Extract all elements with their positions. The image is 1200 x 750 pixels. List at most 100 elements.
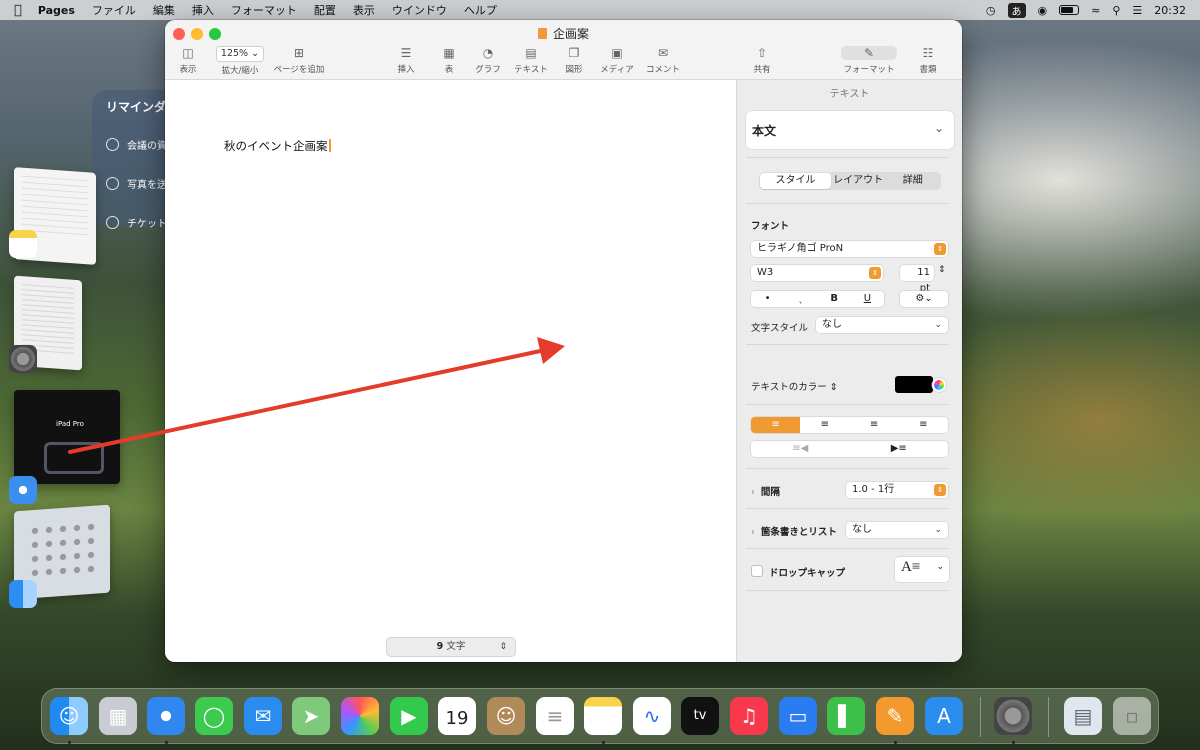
text-box-button[interactable]: ▤ テキスト	[512, 46, 550, 75]
maps-dock-icon[interactable]: ➤	[292, 697, 330, 735]
music-dock-icon[interactable]: ♫	[730, 697, 768, 735]
font-size-field[interactable]: 11 pt	[900, 265, 934, 294]
spacing-select[interactable]: 1.0 - 1行 ⇕	[846, 482, 948, 498]
mail-dock-icon[interactable]: ✉	[244, 697, 282, 735]
align-right-button[interactable]: ≡	[850, 417, 899, 433]
char-style-select[interactable]: なし ⌄	[816, 317, 948, 333]
indent-buttons: ≡◀ ▶≡	[751, 441, 948, 457]
menubar-clock[interactable]: 20:32	[1154, 4, 1186, 17]
apple-menu-icon[interactable]: 	[14, 3, 22, 18]
checkbox-circle-icon[interactable]	[106, 177, 119, 190]
insert-button[interactable]: ☰ 挿入	[394, 46, 418, 75]
apple-tv-dock-icon[interactable]: tv	[681, 697, 719, 735]
dropcap-style-select[interactable]: A≡ ⌄	[895, 557, 949, 582]
safari-app-icon[interactable]	[9, 476, 37, 504]
app-store-dock-icon[interactable]: A	[925, 697, 963, 735]
photos-dock-icon[interactable]	[341, 697, 379, 735]
checkbox-circle-icon[interactable]	[106, 216, 119, 229]
table-button[interactable]: ▦ 表	[438, 46, 460, 75]
comment-button[interactable]: ✉ コメント	[644, 46, 682, 75]
trash-dock-icon[interactable]: ▫	[1113, 697, 1151, 735]
menu-arrange[interactable]: 配置	[314, 2, 336, 18]
reminders-dock-icon[interactable]: ≡	[536, 697, 574, 735]
battery-icon[interactable]	[1059, 5, 1080, 15]
font-weight-select[interactable]: W3 ⇕	[751, 265, 883, 281]
user-icon[interactable]: ◉	[1038, 4, 1048, 17]
freeform-dock-icon[interactable]: ∿	[633, 697, 671, 735]
safari-dock-icon[interactable]	[147, 697, 185, 735]
font-family-select[interactable]: ヒラギノ角ゴ ProN ⇕	[751, 241, 948, 257]
tab-layout[interactable]: レイアウト	[831, 173, 886, 189]
downloads-stack-icon[interactable]: ▤	[1064, 697, 1102, 735]
menu-help[interactable]: ヘルプ	[464, 2, 497, 18]
messages-dock-icon[interactable]: ◯	[195, 697, 233, 735]
menu-window[interactable]: ウインドウ	[392, 2, 447, 18]
align-left-button[interactable]: ≡	[751, 417, 801, 433]
reminder-item[interactable]: 会議の資	[106, 125, 172, 164]
stage-safari-thumbnail[interactable]: iPad Pro	[14, 390, 120, 484]
paragraph-style-select[interactable]: 本文 ⌄	[746, 111, 954, 149]
decrease-indent-button[interactable]: ≡◀	[751, 441, 850, 457]
menu-view[interactable]: 表示	[353, 2, 375, 18]
checkbox-circle-icon[interactable]	[106, 138, 119, 151]
facetime-dock-icon[interactable]: ▶	[390, 697, 428, 735]
text-options-button[interactable]: ⚙⌄	[900, 291, 948, 307]
keynote-dock-icon[interactable]: ▭	[779, 697, 817, 735]
text-color-label[interactable]: テキストのカラー ⇕	[751, 379, 838, 393]
finder-dock-icon[interactable]: ☺	[50, 697, 88, 735]
dropcap-checkbox[interactable]	[751, 565, 763, 577]
time-machine-icon[interactable]: ◷	[986, 4, 996, 17]
launchpad-dock-icon[interactable]: ▦	[99, 697, 137, 735]
numbers-dock-icon[interactable]: ▌	[827, 697, 865, 735]
media-button[interactable]: ▣ メディア	[598, 46, 636, 75]
view-button[interactable]: ◫ 表示	[175, 46, 201, 75]
font-size-stepper[interactable]: ⇕	[938, 265, 946, 275]
finder-app-icon[interactable]	[9, 580, 37, 608]
share-button[interactable]: ⇧ 共有	[751, 46, 773, 75]
tab-style[interactable]: スタイル	[760, 173, 831, 189]
bold-dot-button[interactable]: •	[751, 291, 784, 307]
reminder-item[interactable]: 写真を送	[106, 164, 172, 203]
shape-button[interactable]: ❐ 図形	[562, 46, 586, 75]
reminders-widget[interactable]: リマインダー 会議の資 写真を送 チケット	[92, 90, 172, 230]
color-wheel-icon[interactable]	[932, 378, 946, 392]
input-mode-indicator[interactable]: あ	[1007, 2, 1026, 18]
menu-edit[interactable]: 編集	[153, 2, 175, 18]
align-justify-button[interactable]: ≡	[899, 417, 948, 433]
document-button[interactable]: ☷ 書類	[917, 46, 939, 75]
menu-insert[interactable]: 挿入	[192, 2, 214, 18]
control-center-icon[interactable]: ☰	[1132, 4, 1142, 17]
zoom-control[interactable]: 125% ⌄ 拡大/縮小	[213, 46, 267, 76]
tab-more[interactable]: 詳細	[885, 173, 940, 189]
text-color-swatch[interactable]	[895, 376, 933, 393]
calendar-dock-icon[interactable]: 19	[438, 697, 476, 735]
align-center-button[interactable]: ≡	[800, 417, 849, 433]
document-canvas[interactable]: 秋のイベント企画案 9 文字 ⇕	[165, 80, 736, 662]
pages-dock-icon[interactable]: ✎	[876, 697, 914, 735]
bullets-disclosure[interactable]: › 箇条書きとリスト	[751, 524, 837, 538]
bullets-select[interactable]: なし ⌄	[846, 522, 948, 538]
bold-button[interactable]: B	[818, 291, 851, 307]
font-section-label: フォント	[751, 221, 790, 232]
document-body-text[interactable]: 秋のイベント企画案	[224, 138, 331, 154]
underline-button[interactable]: U	[851, 291, 884, 307]
increase-indent-button[interactable]: ▶≡	[850, 441, 949, 457]
system-settings-icon[interactable]	[9, 345, 37, 373]
menu-format[interactable]: フォーマット	[231, 2, 297, 18]
add-page-button[interactable]: ⊞ ページを追加	[271, 46, 327, 75]
spacing-disclosure[interactable]: › 間隔	[751, 484, 780, 498]
app-menu[interactable]: Pages	[38, 4, 75, 17]
wifi-icon[interactable]: ≈	[1091, 4, 1100, 17]
word-count-button[interactable]: 9 文字 ⇕	[386, 637, 516, 657]
notes-dock-icon[interactable]	[584, 697, 622, 735]
italic-button[interactable]: ˎ	[784, 291, 817, 307]
menu-file[interactable]: ファイル	[92, 2, 136, 18]
system-settings-dock-icon[interactable]	[994, 697, 1032, 735]
contacts-dock-icon[interactable]: ☺	[487, 697, 525, 735]
spotlight-search-icon[interactable]: ⚲	[1112, 4, 1120, 17]
notes-app-icon[interactable]	[9, 230, 37, 258]
chart-button[interactable]: ◔ グラフ	[474, 46, 502, 75]
format-button[interactable]: ✎ フォーマット	[840, 46, 898, 75]
reminder-item[interactable]: チケット	[106, 203, 172, 242]
zoom-select[interactable]: 125% ⌄	[216, 46, 264, 62]
